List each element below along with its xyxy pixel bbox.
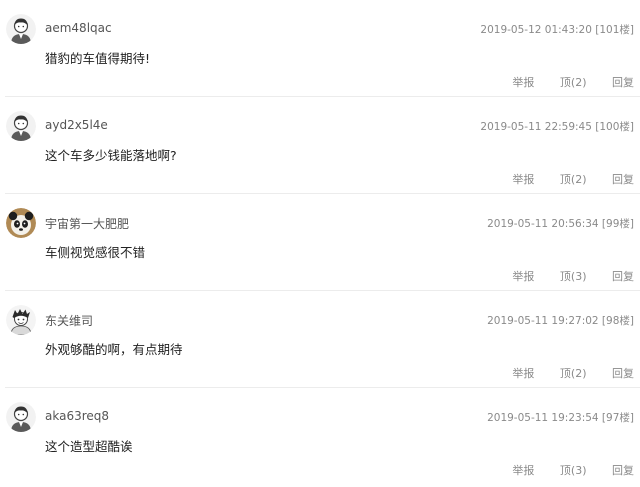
comment-timestamp-floor: 2019-05-11 20:56:34 [99楼]	[487, 218, 634, 230]
comment-actions: 举报 顶(2) 回复	[512, 74, 634, 90]
upvote-button[interactable]: 顶(2)	[560, 367, 587, 380]
username[interactable]: 东关维司	[45, 312, 93, 329]
username[interactable]: ayd2x5l4e	[45, 118, 108, 132]
report-button[interactable]: 举报	[512, 270, 534, 283]
comment-actions: 举报 顶(3) 回复	[512, 462, 634, 478]
username[interactable]: aka63req8	[45, 409, 109, 423]
comment-actions: 举报 顶(2) 回复	[512, 171, 634, 187]
reply-button[interactable]: 回复	[612, 270, 634, 283]
comment-list: aem48lqac 2019-05-12 01:43:20 [101楼] 猎豹的…	[0, 0, 640, 487]
comment-item: aka63req8 2019-05-11 19:23:54 [97楼] 这个造型…	[5, 388, 640, 485]
comment-text: 这个造型超酷诶	[45, 439, 133, 454]
default-user-avatar-icon[interactable]	[6, 402, 36, 432]
comment-item: aem48lqac 2019-05-12 01:43:20 [101楼] 猎豹的…	[5, 0, 640, 97]
comment-timestamp-floor: 2019-05-11 19:27:02 [98楼]	[487, 315, 634, 327]
default-user-avatar-icon[interactable]	[6, 111, 36, 141]
reply-button[interactable]: 回复	[612, 173, 634, 186]
comment-timestamp-floor: 2019-05-11 19:23:54 [97楼]	[487, 412, 634, 424]
cartoon-avatar-icon[interactable]	[6, 305, 36, 335]
reply-button[interactable]: 回复	[612, 76, 634, 89]
username[interactable]: 宇宙第一大肥肥	[45, 215, 129, 232]
report-button[interactable]: 举报	[512, 464, 534, 477]
username[interactable]: aem48lqac	[45, 21, 112, 35]
reply-button[interactable]: 回复	[612, 367, 634, 380]
report-button[interactable]: 举报	[512, 173, 534, 186]
comment-text: 这个车多少钱能落地啊?	[45, 148, 177, 163]
report-button[interactable]: 举报	[512, 367, 534, 380]
comment-text: 猎豹的车值得期待!	[45, 51, 151, 66]
comment-timestamp-floor: 2019-05-11 22:59:45 [100楼]	[480, 121, 634, 133]
upvote-button[interactable]: 顶(2)	[560, 76, 587, 89]
default-user-avatar-icon[interactable]	[6, 14, 36, 44]
reply-button[interactable]: 回复	[612, 464, 634, 477]
report-button[interactable]: 举报	[512, 76, 534, 89]
comment-actions: 举报 顶(2) 回复	[512, 365, 634, 381]
upvote-button[interactable]: 顶(3)	[560, 270, 587, 283]
comment-item: ayd2x5l4e 2019-05-11 22:59:45 [100楼] 这个车…	[5, 97, 640, 194]
comment-timestamp-floor: 2019-05-12 01:43:20 [101楼]	[480, 24, 634, 36]
upvote-button[interactable]: 顶(2)	[560, 173, 587, 186]
comment-item: 宇宙第一大肥肥 2019-05-11 20:56:34 [99楼] 车侧视觉感很…	[5, 194, 640, 291]
panda-avatar-icon[interactable]	[6, 208, 36, 238]
comment-text: 车侧视觉感很不错	[45, 245, 146, 260]
comment-actions: 举报 顶(3) 回复	[512, 268, 634, 284]
upvote-button[interactable]: 顶(3)	[560, 464, 587, 477]
comment-item: 东关维司 2019-05-11 19:27:02 [98楼] 外观够酷的啊，有点…	[5, 291, 640, 388]
comment-text: 外观够酷的啊，有点期待	[45, 342, 183, 357]
